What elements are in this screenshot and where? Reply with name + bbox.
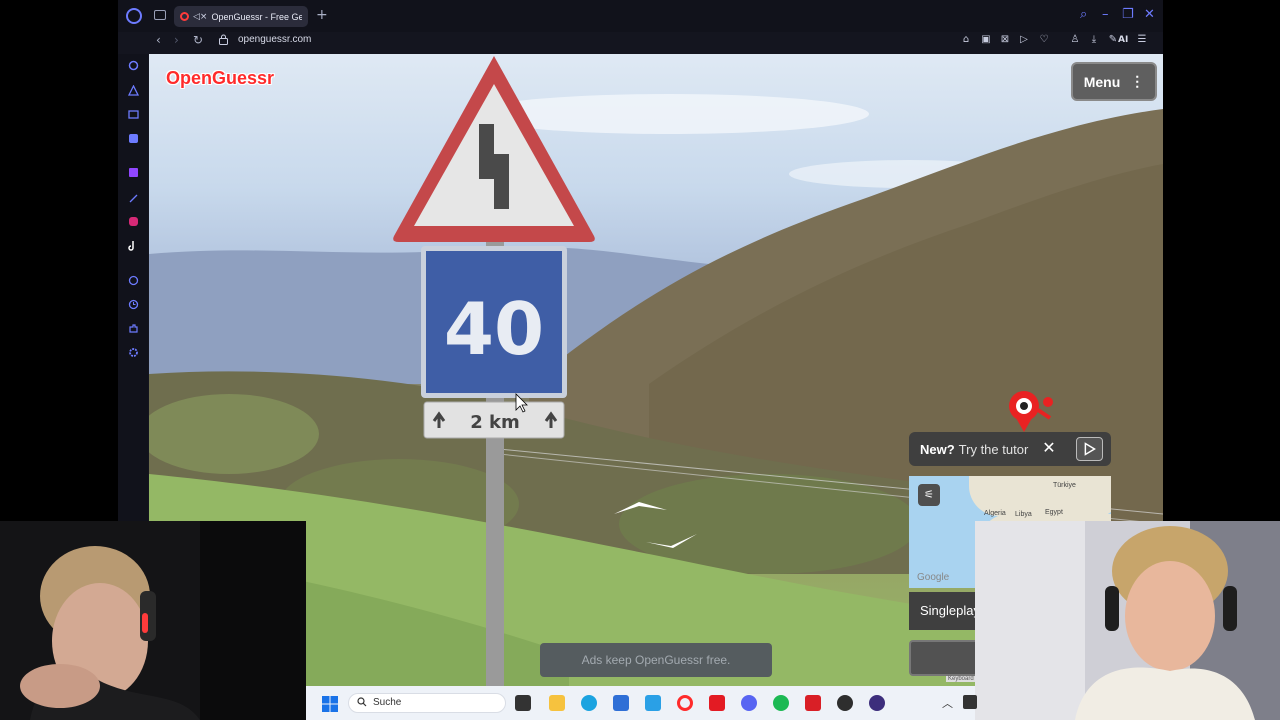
store-icon[interactable] (613, 695, 629, 711)
file-explorer-icon[interactable] (549, 695, 565, 711)
openguessr-logo[interactable]: OpenGuessr (166, 68, 274, 89)
minimize-icon[interactable]: – (1102, 8, 1109, 22)
tab-list-icon[interactable] (154, 10, 166, 20)
opera-taskbar-icon[interactable] (677, 695, 693, 711)
google-attribution: Google (917, 572, 950, 583)
extensions-icon[interactable] (128, 323, 139, 334)
menu-label: Menu (1083, 73, 1121, 90)
windows-taskbar: Suche ︿ (306, 686, 977, 720)
tab-title: OpenGuessr - Free Geo (211, 11, 302, 22)
webcam-right-person (975, 521, 1280, 720)
wallet-icon[interactable]: ♙ (1069, 34, 1081, 46)
media-app-icon[interactable] (805, 695, 821, 711)
speed-sign-value: 40 (444, 287, 544, 371)
chevron-up-icon[interactable]: ︿ (942, 695, 953, 711)
webcam-right (975, 521, 1280, 720)
back-icon[interactable]: ‹ (156, 33, 161, 47)
mail-icon[interactable] (645, 695, 661, 711)
twitch-icon[interactable] (128, 167, 139, 178)
instagram-icon[interactable] (128, 216, 139, 227)
map-label-libya: Libya (1015, 511, 1032, 518)
app-icon[interactable] (869, 695, 885, 711)
singleplayer-label: Singleplay (909, 592, 979, 630)
guess-button[interactable] (909, 640, 979, 676)
mcafee-icon[interactable] (709, 695, 725, 711)
messenger-icon[interactable] (128, 133, 139, 144)
title-bar: ◁× OpenGuessr - Free Geo + ⌕ – ❐ ✕ (118, 0, 1163, 32)
download-icon[interactable]: ⤓ (1088, 34, 1100, 46)
close-icon[interactable]: ✕ (1144, 8, 1155, 22)
map-label-egypt: Egypt (1045, 509, 1063, 516)
menu-button[interactable]: Menu ⋮ (1071, 62, 1157, 101)
history-icon[interactable] (128, 299, 139, 310)
tray-app-icon[interactable] (963, 695, 977, 709)
new-tab-icon[interactable]: + (316, 8, 328, 22)
obs-icon[interactable] (837, 695, 853, 711)
snapshot-icon[interactable]: ▣ (980, 34, 992, 46)
heart-icon[interactable]: ♡ (1038, 34, 1050, 46)
player-sidebar-icon[interactable] (128, 275, 139, 286)
search-icon (357, 697, 367, 707)
lock-icon (219, 34, 228, 45)
more-vertical-icon: ⋮ (1130, 73, 1145, 89)
speaker-muted-icon[interactable]: ◁× (193, 12, 207, 22)
openguessr-favicon-icon (180, 12, 189, 21)
screen: ◁× OpenGuessr - Free Geo + ⌕ – ❐ ✕ ‹ › ↻… (0, 0, 1280, 720)
close-tutorial-icon[interactable]: ✕ (1040, 439, 1058, 457)
webcam-left (0, 521, 306, 720)
tutorial-new-label: New? (920, 441, 955, 457)
keyboard-shortcuts-link[interactable]: Keyboard (946, 676, 976, 682)
play-tutorial-button[interactable] (1076, 437, 1103, 461)
spotify-icon[interactable] (773, 695, 789, 711)
refresh-sidebar-icon[interactable] (128, 60, 139, 71)
percent-icon[interactable] (128, 193, 139, 204)
url-field[interactable]: openguessr.com (238, 34, 311, 45)
map-label-turkiye: Türkiye (1053, 482, 1076, 489)
ads-banner: Ads keep OpenGuessr free. (540, 643, 772, 677)
edge-icon[interactable] (581, 695, 597, 711)
adblock-icon[interactable]: ⊠ (999, 34, 1011, 46)
player-icon[interactable]: ▷ (1018, 34, 1030, 46)
easy-setup-icon[interactable]: ☰ (1136, 34, 1148, 46)
opera-menu-icon[interactable] (126, 8, 142, 24)
mascot-pin-icon (1009, 391, 1053, 432)
discord-icon[interactable] (741, 695, 757, 711)
distance-plate-text: 2 km (470, 412, 520, 433)
tab-openguessr[interactable]: ◁× OpenGuessr - Free Geo (174, 6, 308, 27)
restore-icon[interactable]: ❐ (1122, 8, 1134, 22)
windows-start-icon[interactable] (322, 696, 338, 712)
tutorial-text: Try the tutor (958, 441, 1029, 457)
taskbar-search-input[interactable]: Suche (348, 693, 506, 713)
search-tabs-icon[interactable]: ⌕ (1080, 8, 1087, 22)
tiktok-icon[interactable] (128, 240, 139, 251)
map-settings-icon[interactable]: ⚟ (918, 484, 940, 506)
reload-icon[interactable]: ↻ (193, 33, 203, 47)
settings-icon[interactable] (128, 347, 139, 358)
map-label-algeria: Algeria (984, 510, 1006, 517)
forward-icon[interactable]: › (174, 33, 179, 47)
webcam-left-person (0, 521, 306, 720)
workspace-icon[interactable] (128, 109, 139, 120)
home-icon[interactable] (128, 85, 139, 96)
pin-icon[interactable]: ⌂ (960, 34, 972, 46)
task-view-icon[interactable] (515, 695, 531, 711)
ai-button[interactable]: AI (1118, 35, 1128, 45)
